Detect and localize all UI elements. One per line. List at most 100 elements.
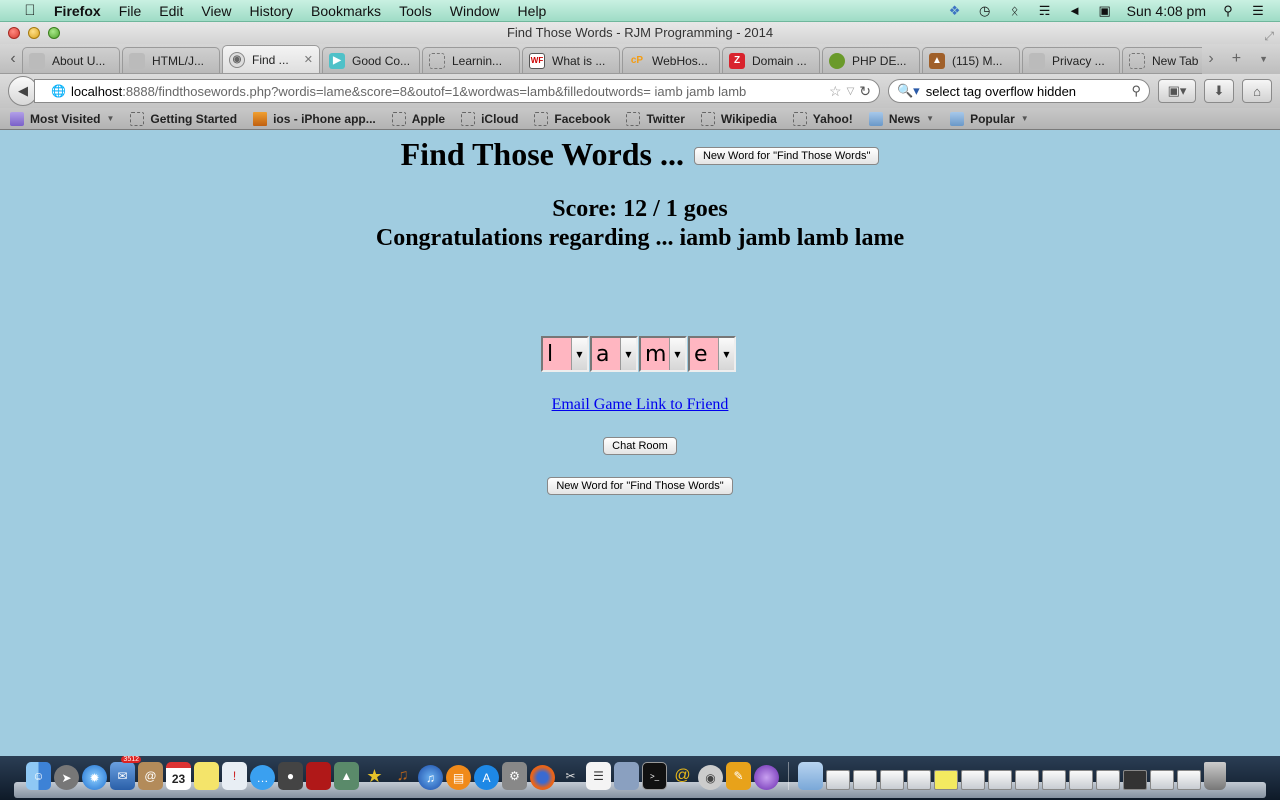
downloads-button[interactable]: ⬇ [1204, 79, 1234, 103]
minimized-window-icon[interactable] [907, 770, 931, 790]
tab-find-those-words[interactable]: ◉ Find ... ✕ [222, 45, 320, 73]
minimized-window-icon[interactable] [826, 770, 850, 790]
letter-select-3[interactable]: m ▼ [639, 336, 687, 372]
minimized-window-icon[interactable] [1150, 770, 1174, 790]
list-icon[interactable]: ☰ [1250, 3, 1266, 18]
time-machine-icon[interactable]: ◷ [977, 3, 993, 18]
minimized-window-icon[interactable] [880, 770, 904, 790]
tab-115[interactable]: ▲ (115) M... [922, 47, 1020, 73]
preview-icon[interactable]: ✂ [558, 762, 583, 790]
close-tab-icon[interactable]: ✕ [304, 53, 313, 66]
terminal-icon[interactable]: >_ [642, 762, 667, 790]
itunes-icon[interactable]: ♫ [418, 765, 443, 790]
bookmark-yahoo[interactable]: Yahoo! [792, 111, 853, 126]
tab-html[interactable]: HTML/J... [122, 47, 220, 73]
tab-scroll-left-icon[interactable]: ‹ [4, 45, 22, 73]
calendar-icon[interactable]: 23 [166, 762, 191, 790]
menu-tools[interactable]: Tools [390, 3, 441, 19]
iphoto-icon[interactable]: ▲ [334, 762, 359, 790]
bookmark-ios-iphone[interactable]: ios - iPhone app... [253, 111, 376, 126]
bookmark-getting-started[interactable]: Getting Started [130, 111, 237, 126]
tab-what-is[interactable]: WF What is ... [522, 47, 620, 73]
search-go-icon[interactable]: ⚲ [1131, 83, 1141, 99]
bluetooth-icon[interactable]: ᛟ [1007, 3, 1023, 18]
minimized-window-icon[interactable] [961, 770, 985, 790]
search-bar[interactable]: 🔍▾ select tag overflow hidden ⚲ [888, 79, 1150, 103]
apple-icon[interactable]:  [20, 2, 40, 19]
system-preferences-icon[interactable]: ⚙ [502, 762, 527, 790]
zoom-window-button[interactable] [48, 27, 60, 39]
image-capture-icon[interactable] [614, 762, 639, 790]
tab-php[interactable]: PHP DE... [822, 47, 920, 73]
menu-view[interactable]: View [192, 3, 240, 19]
minimized-window-icon[interactable] [1177, 770, 1201, 790]
bookmark-folder-popular[interactable]: Popular ▼ [950, 111, 1029, 126]
tab-good-co[interactable]: ▶ Good Co... [322, 47, 420, 73]
bookmark-star-icon[interactable]: ☆ [829, 83, 842, 100]
minimized-window-icon[interactable] [934, 770, 958, 790]
search-input[interactable]: select tag overflow hidden [926, 84, 1126, 99]
facetime-icon[interactable]: ● [278, 762, 303, 790]
minimized-window-icon[interactable] [1015, 770, 1039, 790]
mail-icon[interactable]: ✉ 3512 [110, 756, 141, 790]
finder-icon[interactable]: ☺ [26, 762, 51, 790]
bookmark-facebook[interactable]: Facebook [534, 111, 610, 126]
menu-edit[interactable]: Edit [150, 3, 192, 19]
activity-monitor-icon[interactable]: ▣ [1097, 3, 1113, 18]
bookmark-icloud[interactable]: iCloud [461, 111, 518, 126]
bookmark-wikipedia[interactable]: Wikipedia [700, 111, 777, 126]
app-store-icon[interactable]: A [474, 765, 499, 790]
notes-icon[interactable] [194, 762, 219, 790]
dropbox-icon[interactable]: ❖ [947, 3, 963, 18]
tab-domain[interactable]: Z Domain ... [722, 47, 820, 73]
bookmark-most-visited[interactable]: Most Visited ▼ [10, 111, 114, 126]
minimized-window-icon[interactable] [853, 770, 877, 790]
tab-webhost[interactable]: cP WebHos... [622, 47, 720, 73]
wifi-icon[interactable]: ☴ [1037, 3, 1053, 18]
menu-firefox[interactable]: Firefox [52, 3, 110, 19]
trash-icon[interactable] [1204, 762, 1226, 790]
filezilla-icon[interactable]: ◉ [698, 765, 723, 790]
search-icon[interactable]: ⚲ [1220, 3, 1236, 18]
menu-file[interactable]: File [110, 3, 151, 19]
list-all-tabs-icon[interactable]: ▼ [1259, 54, 1268, 64]
minimize-window-button[interactable] [28, 27, 40, 39]
minimized-window-icon[interactable] [1096, 770, 1120, 790]
quicktime-icon[interactable] [754, 765, 779, 790]
tab-about[interactable]: About U... [22, 47, 120, 73]
safari-icon[interactable]: ✹ [82, 765, 107, 790]
new-tab-icon[interactable]: + [1232, 50, 1241, 68]
minimized-window-icon[interactable] [1123, 770, 1147, 790]
letter-select-4[interactable]: e ▼ [688, 336, 736, 372]
firefox-icon[interactable] [530, 765, 555, 790]
launchpad-icon[interactable]: ➤ [54, 765, 79, 790]
clock[interactable]: Sun 4:08 pm [1127, 3, 1206, 19]
bookmark-apple[interactable]: Apple [391, 111, 445, 126]
bookmark-twitter[interactable]: Twitter [626, 111, 685, 126]
letter-select-1[interactable]: l ▼ [541, 336, 589, 372]
textedit-icon[interactable]: ☰ [586, 762, 611, 790]
bookmark-folder-news[interactable]: News ▼ [868, 111, 934, 126]
tab-learning[interactable]: Learnin... [422, 47, 520, 73]
home-button[interactable]: ⌂ [1242, 79, 1272, 103]
applications-folder-icon[interactable] [798, 762, 823, 790]
tab-privacy[interactable]: Privacy ... [1022, 47, 1120, 73]
menu-history[interactable]: History [240, 3, 302, 19]
reminders-icon[interactable]: ! [222, 762, 247, 790]
site-identity-icon[interactable]: 🌐 [51, 84, 66, 98]
menu-help[interactable]: Help [509, 3, 556, 19]
garageband-icon[interactable]: ♫ [390, 762, 415, 790]
reload-icon[interactable]: ↻ [859, 83, 871, 100]
messages-icon[interactable]: … [250, 765, 275, 790]
imovie-icon[interactable]: ★ [362, 762, 387, 790]
close-window-button[interactable] [8, 27, 20, 39]
history-dropdown-icon[interactable]: ▽ [847, 86, 855, 97]
contacts-icon[interactable]: @ [138, 762, 163, 790]
chat-room-button[interactable]: Chat Room [603, 437, 677, 455]
volume-icon[interactable]: ◄ [1067, 3, 1083, 18]
photo-booth-icon[interactable] [306, 762, 331, 790]
bookmarks-menu-button[interactable]: ▣▾ [1158, 79, 1196, 103]
ibooks-icon[interactable]: ▤ [446, 765, 471, 790]
search-engine-icon[interactable]: 🔍▾ [897, 83, 920, 99]
minimized-window-icon[interactable] [1069, 770, 1093, 790]
